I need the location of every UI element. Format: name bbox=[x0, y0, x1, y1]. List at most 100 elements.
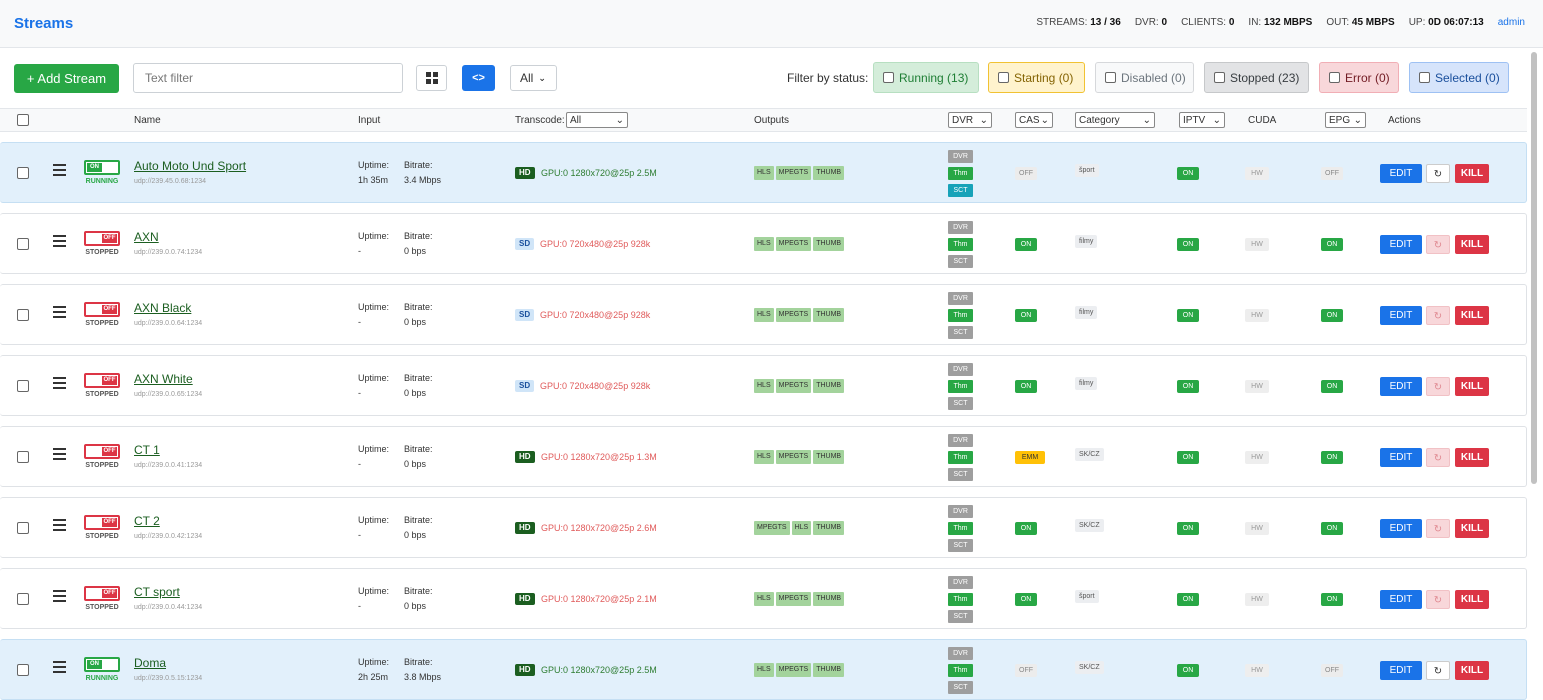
kill-button[interactable]: KILL bbox=[1455, 164, 1489, 183]
restart-icon[interactable]: ↻ bbox=[1426, 164, 1450, 183]
stream-toggle[interactable]: ON bbox=[84, 160, 120, 175]
col-name[interactable]: Name bbox=[134, 115, 161, 126]
transcode-profile: GPU:0 720x480@25p 928k bbox=[540, 239, 651, 249]
table-row[interactable]: OFF STOPPED AXN White udp://239.0.0.65:1234… bbox=[0, 355, 1527, 416]
kill-button[interactable]: KILL bbox=[1455, 448, 1489, 467]
checkbox-icon bbox=[1105, 72, 1116, 83]
table-row[interactable]: OFF STOPPED AXN udp://239.0.0.74:1234 Uptime… bbox=[0, 213, 1527, 274]
kill-button[interactable]: KILL bbox=[1455, 661, 1489, 680]
bitrate-label: Bitrate: bbox=[404, 444, 433, 454]
stream-name-link[interactable]: Auto Moto Und Sport bbox=[134, 159, 246, 173]
drag-handle-icon[interactable] bbox=[53, 590, 66, 605]
view-select[interactable]: All ⌄ bbox=[510, 65, 557, 91]
restart-icon[interactable]: ↻ bbox=[1426, 661, 1450, 680]
row-checkbox[interactable] bbox=[17, 593, 29, 605]
filter-selected-button[interactable]: Selected (0) bbox=[1409, 62, 1509, 93]
drag-handle-icon[interactable] bbox=[53, 661, 66, 676]
filter-running-button[interactable]: Running (13) bbox=[873, 62, 979, 93]
stream-toggle[interactable]: OFF bbox=[84, 444, 120, 459]
filter-disabled-button[interactable]: Disabled (0) bbox=[1095, 62, 1194, 93]
drag-handle-icon[interactable] bbox=[53, 235, 66, 250]
restart-icon[interactable]: ↻ bbox=[1426, 590, 1450, 609]
transcode-profile: GPU:0 1280x720@25p 2.1M bbox=[541, 594, 657, 604]
stream-toggle[interactable]: OFF bbox=[84, 586, 120, 601]
row-checkbox[interactable] bbox=[17, 380, 29, 392]
kill-button[interactable]: KILL bbox=[1455, 377, 1489, 396]
stream-name-link[interactable]: CT 1 bbox=[134, 443, 160, 457]
category-tag: filmy bbox=[1075, 306, 1098, 319]
epg-filter-select[interactable]: EPG ⌄ bbox=[1325, 112, 1366, 128]
restart-icon[interactable]: ↻ bbox=[1426, 519, 1450, 538]
uptime-value: 2h 25m bbox=[358, 672, 389, 682]
restart-icon[interactable]: ↻ bbox=[1426, 448, 1450, 467]
edit-button[interactable]: EDIT bbox=[1380, 377, 1422, 396]
dvr-tags: DVR Thm SCT bbox=[948, 363, 973, 414]
edit-button[interactable]: EDIT bbox=[1380, 590, 1422, 609]
stream-name-link[interactable]: CT sport bbox=[134, 585, 180, 599]
list-view-button[interactable]: <> bbox=[462, 65, 495, 91]
table-row[interactable]: OFF STOPPED AXN Black udp://239.0.0.64:1234… bbox=[0, 284, 1527, 345]
grid-view-button[interactable] bbox=[416, 65, 447, 91]
row-checkbox[interactable] bbox=[17, 238, 29, 250]
table-row[interactable]: OFF STOPPED CT 1 udp://239.0.0.41:1234 Uptim… bbox=[0, 426, 1527, 487]
kill-button[interactable]: KILL bbox=[1455, 590, 1489, 609]
dvr-tag: DVR bbox=[948, 576, 973, 589]
table-row[interactable]: OFF STOPPED CT sport udp://239.0.0.44:1234 U… bbox=[0, 568, 1527, 629]
iptv-filter-select[interactable]: IPTV ⌄ bbox=[1179, 112, 1225, 128]
stream-name-link[interactable]: Doma bbox=[134, 656, 166, 670]
row-checkbox[interactable] bbox=[17, 167, 29, 179]
restart-icon[interactable]: ↻ bbox=[1426, 377, 1450, 396]
stream-toggle[interactable]: OFF bbox=[84, 515, 120, 530]
table-row[interactable]: OFF STOPPED CT 2 udp://239.0.0.42:1234 Uptim… bbox=[0, 497, 1527, 558]
restart-icon[interactable]: ↻ bbox=[1426, 306, 1450, 325]
transcode-profile: GPU:0 720x480@25p 928k bbox=[540, 381, 651, 391]
uptime-value: - bbox=[358, 317, 361, 327]
cas-status: ON bbox=[1015, 238, 1037, 251]
kill-button[interactable]: KILL bbox=[1455, 519, 1489, 538]
stream-name-link[interactable]: CT 2 bbox=[134, 514, 160, 528]
row-checkbox[interactable] bbox=[17, 522, 29, 534]
select-all-checkbox[interactable] bbox=[17, 114, 29, 129]
drag-handle-icon[interactable] bbox=[53, 519, 66, 534]
table-row[interactable]: ON RUNNING Doma udp://239.0.5.15:1234 Uptime… bbox=[0, 639, 1527, 700]
edit-button[interactable]: EDIT bbox=[1380, 164, 1422, 183]
kill-button[interactable]: KILL bbox=[1455, 235, 1489, 254]
edit-button[interactable]: EDIT bbox=[1380, 235, 1422, 254]
scrollbar[interactable] bbox=[1531, 52, 1537, 484]
stream-name-link[interactable]: AXN White bbox=[134, 372, 193, 386]
stream-toggle[interactable]: OFF bbox=[84, 231, 120, 246]
edit-button[interactable]: EDIT bbox=[1380, 519, 1422, 538]
row-checkbox[interactable] bbox=[17, 664, 29, 676]
restart-icon[interactable]: ↻ bbox=[1426, 235, 1450, 254]
sct-tag: SCT bbox=[948, 681, 973, 694]
table-row[interactable]: ON RUNNING Auto Moto Und Sport udp://239.45… bbox=[0, 142, 1527, 203]
filter-by-status-label: Filter by status: bbox=[787, 71, 869, 85]
col-actions: Actions bbox=[1388, 115, 1421, 126]
drag-handle-icon[interactable] bbox=[53, 377, 66, 392]
drag-handle-icon[interactable] bbox=[53, 164, 66, 179]
stream-toggle[interactable]: OFF bbox=[84, 373, 120, 388]
kill-button[interactable]: KILL bbox=[1455, 306, 1489, 325]
dvr-tag: DVR bbox=[948, 292, 973, 305]
filter-error-button[interactable]: Error (0) bbox=[1319, 62, 1399, 93]
drag-handle-icon[interactable] bbox=[53, 448, 66, 463]
filter-stopped-button[interactable]: Stopped (23) bbox=[1204, 62, 1309, 93]
stream-toggle[interactable]: ON bbox=[84, 657, 120, 672]
drag-handle-icon[interactable] bbox=[53, 306, 66, 321]
edit-button[interactable]: EDIT bbox=[1380, 306, 1422, 325]
category-filter-select[interactable]: Category ⌄ bbox=[1075, 112, 1155, 128]
text-filter-input[interactable] bbox=[133, 63, 403, 93]
stream-toggle[interactable]: OFF bbox=[84, 302, 120, 317]
stream-name-link[interactable]: AXN bbox=[134, 230, 159, 244]
edit-button[interactable]: EDIT bbox=[1380, 661, 1422, 680]
cas-filter-select[interactable]: CAS ⌄ bbox=[1015, 112, 1053, 128]
row-checkbox[interactable] bbox=[17, 451, 29, 463]
transcode-filter-select[interactable]: All ⌄ bbox=[566, 112, 628, 128]
filter-starting-button[interactable]: Starting (0) bbox=[988, 62, 1085, 93]
edit-button[interactable]: EDIT bbox=[1380, 448, 1422, 467]
user-link[interactable]: admin bbox=[1498, 17, 1525, 28]
dvr-filter-select[interactable]: DVR ⌄ bbox=[948, 112, 992, 128]
stream-name-link[interactable]: AXN Black bbox=[134, 301, 191, 315]
add-stream-button[interactable]: + Add Stream bbox=[14, 64, 119, 93]
row-checkbox[interactable] bbox=[17, 309, 29, 321]
